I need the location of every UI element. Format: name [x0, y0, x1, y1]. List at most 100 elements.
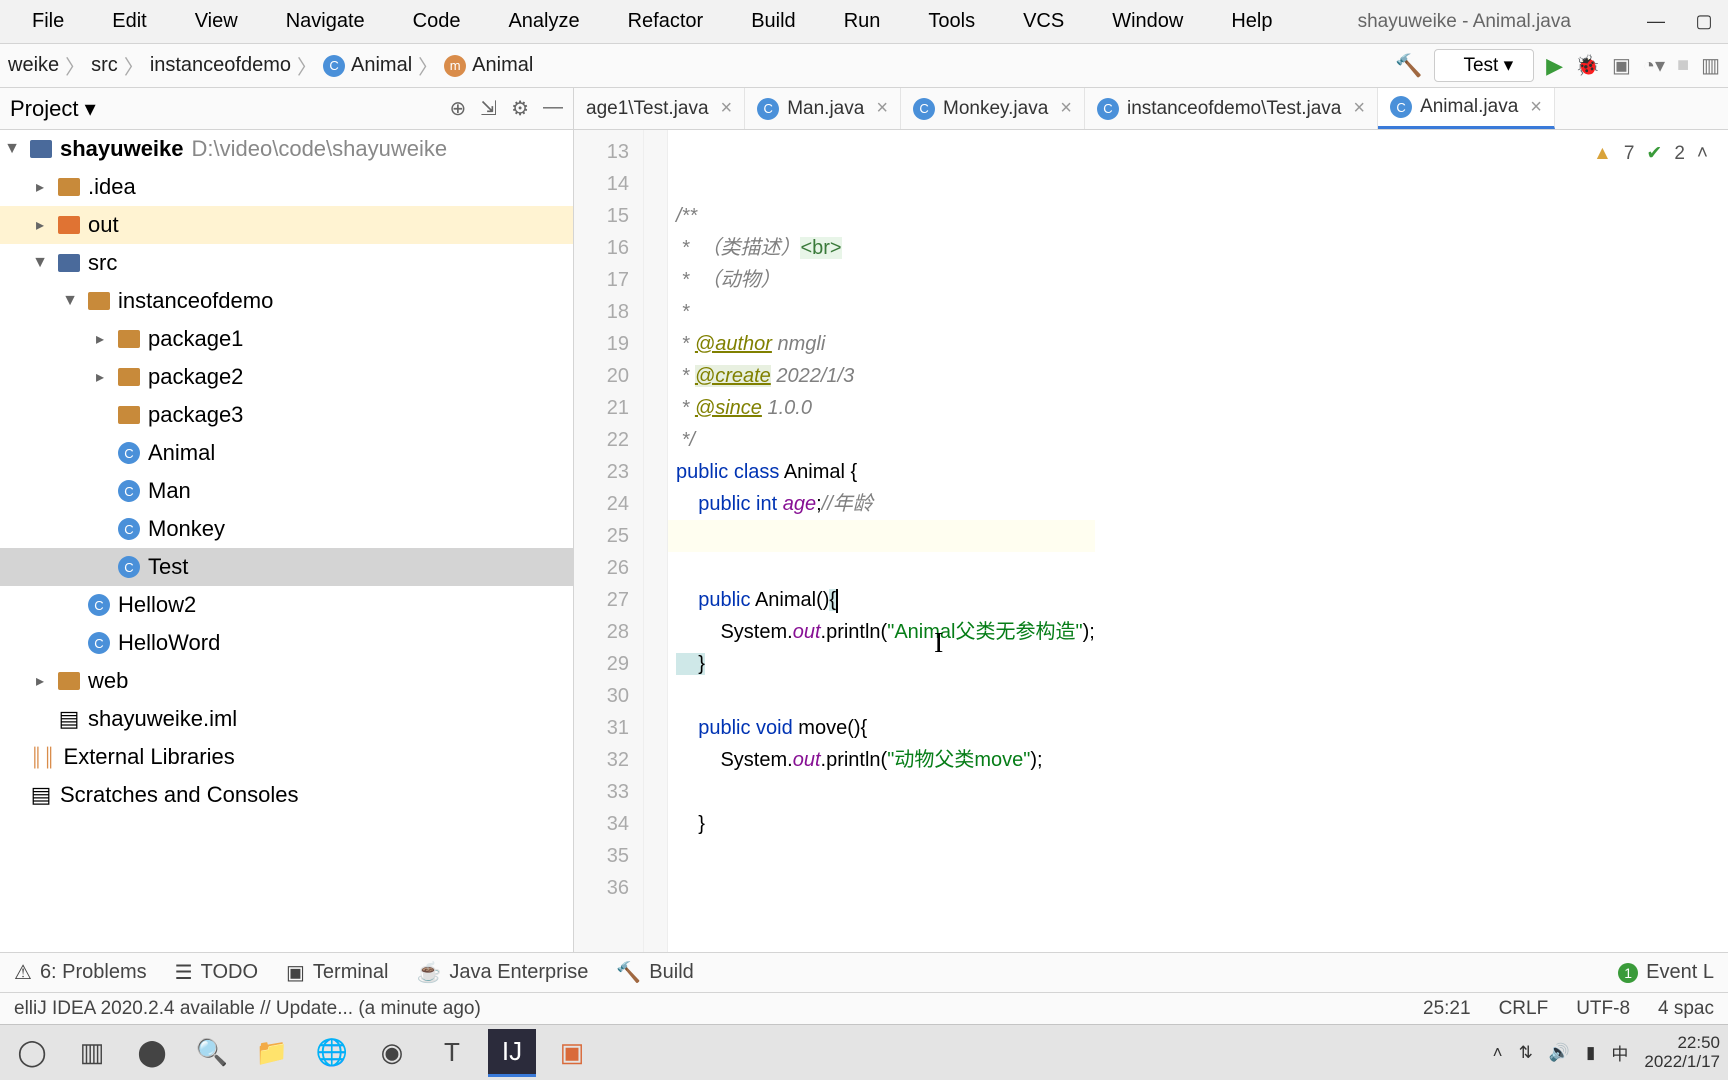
- build-button[interactable]: 🔨: [1395, 53, 1422, 79]
- start-button[interactable]: ◯: [8, 1029, 56, 1077]
- breadcrumb-item[interactable]: CAnimal: [323, 54, 412, 77]
- line-number[interactable]: 16: [574, 232, 629, 264]
- line-number[interactable]: 20: [574, 360, 629, 392]
- close-icon[interactable]: ×: [1349, 97, 1365, 120]
- tab-test1[interactable]: age1\Test.java×: [574, 88, 745, 129]
- tree-node-out[interactable]: ▸out: [0, 206, 573, 244]
- line-number[interactable]: 34: [574, 808, 629, 840]
- menu-vcs[interactable]: VCS: [999, 6, 1088, 37]
- volume-icon[interactable]: 🔊: [1549, 1043, 1570, 1063]
- menu-analyze[interactable]: Analyze: [484, 6, 603, 37]
- tree-node-hellow2[interactable]: CHellow2: [0, 586, 573, 624]
- tree-node-monkey[interactable]: CMonkey: [0, 510, 573, 548]
- line-number[interactable]: 29: [574, 648, 629, 680]
- intellij-icon[interactable]: IJ: [488, 1029, 536, 1077]
- line-number[interactable]: 24: [574, 488, 629, 520]
- line-number[interactable]: 33: [574, 776, 629, 808]
- line-number[interactable]: 14: [574, 168, 629, 200]
- line-number[interactable]: 23: [574, 456, 629, 488]
- coverage-button[interactable]: ▣: [1612, 53, 1631, 78]
- problems-button[interactable]: ⚠6: Problems: [14, 960, 147, 985]
- tray-chevron-icon[interactable]: ˄: [1493, 1043, 1503, 1063]
- project-tree[interactable]: ▼ shayuweike D:\video\code\shayuweike ▸.…: [0, 130, 573, 952]
- menu-view[interactable]: View: [171, 6, 262, 37]
- close-icon[interactable]: ×: [1056, 97, 1072, 120]
- line-number[interactable]: 13: [574, 136, 629, 168]
- line-number[interactable]: 30: [574, 680, 629, 712]
- collapse-all-icon[interactable]: ⇲: [480, 96, 497, 121]
- line-number[interactable]: 35: [574, 840, 629, 872]
- file-encoding[interactable]: UTF-8: [1576, 998, 1630, 1020]
- debug-button[interactable]: 🐞: [1575, 53, 1600, 78]
- java-ee-button[interactable]: ☕Java Enterprise: [417, 960, 589, 985]
- line-number[interactable]: 19: [574, 328, 629, 360]
- line-number[interactable]: 36: [574, 872, 629, 904]
- event-log-button[interactable]: Event L: [1646, 961, 1714, 984]
- menu-edit[interactable]: Edit: [88, 6, 170, 37]
- tree-node-libs[interactable]: ║║External Libraries: [0, 738, 573, 776]
- browser-icon[interactable]: 🌐: [308, 1029, 356, 1077]
- tab-test2[interactable]: Cinstanceofdemo\Test.java×: [1085, 88, 1378, 129]
- build-button-bottom[interactable]: 🔨Build: [616, 960, 693, 985]
- breadcrumb-item[interactable]: mAnimal: [444, 54, 533, 77]
- line-number[interactable]: 32: [574, 744, 629, 776]
- task-view-button[interactable]: ▥: [68, 1029, 116, 1077]
- breadcrumb-item[interactable]: weike: [8, 54, 59, 77]
- tree-node-iml[interactable]: ▤shayuweike.iml: [0, 700, 573, 738]
- tree-node-package3[interactable]: package3: [0, 396, 573, 434]
- close-icon[interactable]: ×: [872, 97, 888, 120]
- tab-monkey[interactable]: CMonkey.java×: [901, 88, 1085, 129]
- magnifier-icon[interactable]: 🔍: [188, 1029, 236, 1077]
- minimize-button[interactable]: —: [1632, 0, 1680, 44]
- line-number[interactable]: 21: [574, 392, 629, 424]
- line-number[interactable]: 22: [574, 424, 629, 456]
- stop-button[interactable]: ■: [1677, 54, 1689, 77]
- line-number[interactable]: 27: [574, 584, 629, 616]
- tree-node-helloword[interactable]: CHelloWord: [0, 624, 573, 662]
- tab-animal[interactable]: CAnimal.java×: [1378, 88, 1555, 129]
- obs-icon[interactable]: ⬤: [128, 1029, 176, 1077]
- indent-setting[interactable]: 4 spac: [1658, 998, 1714, 1020]
- inspection-badge[interactable]: ▲7 ✔2 ˄: [1593, 138, 1708, 170]
- line-number[interactable]: 26: [574, 552, 629, 584]
- settings-icon[interactable]: ⚙: [511, 96, 529, 121]
- caret-position[interactable]: 25:21: [1423, 998, 1471, 1020]
- line-number[interactable]: 17: [574, 264, 629, 296]
- menu-build[interactable]: Build: [727, 6, 819, 37]
- chevron-up-icon[interactable]: ˄: [1697, 138, 1708, 170]
- select-opened-file-icon[interactable]: ⊕: [450, 96, 467, 121]
- tree-node-man[interactable]: CMan: [0, 472, 573, 510]
- line-number[interactable]: 25: [574, 520, 629, 552]
- line-number[interactable]: 18: [574, 296, 629, 328]
- line-gutter[interactable]: 1314151617181920212223242526272829303132…: [574, 130, 644, 952]
- close-icon[interactable]: ×: [717, 97, 733, 120]
- menu-tools[interactable]: Tools: [904, 6, 999, 37]
- hide-icon[interactable]: —: [543, 96, 563, 121]
- terminal-button[interactable]: ▣Terminal: [286, 960, 388, 985]
- explorer-icon[interactable]: 📁: [248, 1029, 296, 1077]
- tab-man[interactable]: CMan.java×: [745, 88, 901, 129]
- app-icon[interactable]: ▣: [548, 1029, 596, 1077]
- tree-node-scratches[interactable]: ▤Scratches and Consoles: [0, 776, 573, 814]
- clock[interactable]: 22:50 2022/1/17: [1644, 1034, 1720, 1071]
- breadcrumb-item[interactable]: src: [91, 54, 118, 77]
- todo-button[interactable]: ☰TODO: [175, 960, 258, 985]
- tree-node-animal[interactable]: CAnimal: [0, 434, 573, 472]
- chrome-icon[interactable]: ◉: [368, 1029, 416, 1077]
- project-structure-button[interactable]: ▥: [1701, 53, 1720, 78]
- line-number[interactable]: 15: [574, 200, 629, 232]
- line-number[interactable]: 28: [574, 616, 629, 648]
- breadcrumb-item[interactable]: instanceofdemo: [150, 54, 291, 77]
- ime-indicator[interactable]: 中: [1611, 1040, 1628, 1065]
- battery-icon[interactable]: ▮: [1586, 1043, 1595, 1063]
- menu-window[interactable]: Window: [1088, 6, 1207, 37]
- tree-node-test[interactable]: CTest: [0, 548, 573, 586]
- line-separator[interactable]: CRLF: [1499, 998, 1549, 1020]
- project-title[interactable]: Project ▾: [10, 96, 96, 122]
- maximize-button[interactable]: ▢: [1680, 0, 1728, 44]
- menu-help[interactable]: Help: [1207, 6, 1296, 37]
- tree-node-package2[interactable]: ▸package2: [0, 358, 573, 396]
- menu-code[interactable]: Code: [389, 6, 485, 37]
- tree-node-src[interactable]: ▼src: [0, 244, 573, 282]
- tree-node-instanceofdemo[interactable]: ▼instanceofdemo: [0, 282, 573, 320]
